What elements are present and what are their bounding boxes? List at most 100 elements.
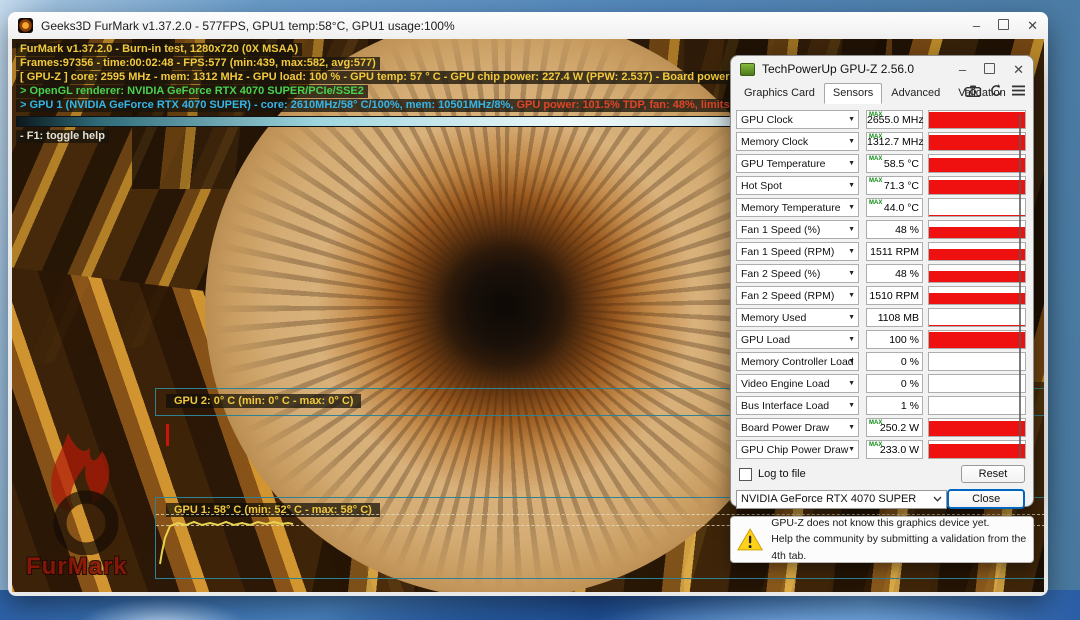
sensor-value[interactable]: 100 % — [866, 330, 923, 349]
minimize-icon[interactable]: – — [959, 63, 966, 76]
sensor-graph-bar[interactable] — [928, 220, 1026, 239]
furmark-titlebar[interactable]: Geeks3D FurMark v1.37.2.0 - 577FPS, GPU1… — [8, 12, 1048, 39]
reset-button[interactable]: Reset — [961, 465, 1025, 483]
gpu2-temp-label: GPU 2: 0° C (min: 0° C - max: 0° C) — [166, 394, 362, 408]
sensor-graph-bar[interactable] — [928, 110, 1026, 129]
sensor-graph-bar[interactable] — [928, 198, 1026, 217]
sensor-graph-bar[interactable] — [928, 242, 1026, 261]
sensor-graph-bar[interactable] — [928, 132, 1026, 151]
sensor-value[interactable]: 2655.0 MHz MAX — [866, 110, 924, 129]
max-badge: MAX — [869, 178, 883, 184]
sensor-value[interactable]: 1 % — [866, 396, 923, 415]
dropdown-arrow-icon: ▼ — [848, 226, 855, 233]
desktop: Geeks3D FurMark v1.37.2.0 - 577FPS, GPU1… — [0, 0, 1080, 620]
sensor-label-dropdown[interactable]: GPU Load ▼ — [736, 330, 859, 349]
sensor-graph-bar[interactable] — [928, 440, 1026, 459]
gpuz-validation-warning: GPU-Z does not know this graphics device… — [730, 516, 1034, 563]
dropdown-arrow-icon: ▼ — [848, 314, 855, 321]
sensor-label-dropdown[interactable]: Hot Spot ▼ — [736, 176, 859, 195]
menu-hamburger-icon[interactable] — [1012, 85, 1025, 96]
sensor-label-dropdown[interactable]: Fan 2 Speed (%) ▼ — [736, 264, 859, 283]
sensor-graph-bar[interactable] — [928, 418, 1026, 437]
max-badge: MAX — [869, 420, 883, 426]
sensor-graph-bar[interactable] — [928, 330, 1026, 349]
sensor-value[interactable]: 0 % — [866, 352, 923, 371]
sensor-label-dropdown[interactable]: Memory Used ▼ — [736, 308, 859, 327]
tab-sensors[interactable]: Sensors — [823, 83, 883, 104]
sensor-graph-bar[interactable] — [928, 396, 1026, 415]
max-badge: MAX — [869, 112, 883, 118]
hud-line-version: FurMark v1.37.2.0 - Burn-in test, 1280x7… — [16, 43, 303, 56]
warning-triangle-icon — [737, 528, 764, 551]
sensor-value[interactable]: 1510 RPM — [866, 286, 923, 305]
sensor-label-dropdown[interactable]: GPU Chip Power Draw ▼ — [736, 440, 859, 459]
sensor-value[interactable]: 1511 RPM — [866, 242, 923, 261]
sensor-value[interactable]: 48 % — [866, 264, 923, 283]
sensor-label-dropdown[interactable]: Memory Temperature ▼ — [736, 198, 859, 217]
sensor-label-dropdown[interactable]: GPU Temperature ▼ — [736, 154, 859, 173]
sensor-graph-bar[interactable] — [928, 154, 1026, 173]
sensor-value[interactable]: 250.2 W MAX — [866, 418, 923, 437]
close-icon[interactable]: ✕ — [1013, 63, 1024, 76]
sensor-value[interactable]: 48 % — [866, 220, 923, 239]
maximize-icon[interactable] — [998, 19, 1010, 32]
dropdown-arrow-icon: ▼ — [848, 402, 855, 409]
dropdown-arrow-icon: ▼ — [848, 270, 855, 277]
sensor-label-dropdown[interactable]: Fan 2 Speed (RPM) ▼ — [736, 286, 859, 305]
log-to-file-label: Log to file — [758, 468, 806, 480]
maximize-icon[interactable] — [984, 62, 996, 76]
sensor-label-dropdown[interactable]: Fan 1 Speed (RPM) ▼ — [736, 242, 859, 261]
sensor-graph-fill — [929, 134, 1025, 150]
dropdown-arrow-icon: ▼ — [848, 358, 855, 365]
minimize-icon[interactable]: – — [973, 19, 980, 32]
sensor-graph-bar[interactable] — [928, 352, 1026, 371]
furmark-app-icon — [18, 18, 33, 33]
sensor-label-dropdown[interactable]: Fan 1 Speed (%) ▼ — [736, 220, 859, 239]
sensor-label-dropdown[interactable]: Board Power Draw ▼ — [736, 418, 859, 437]
sensor-label-dropdown[interactable]: Memory Controller Load ▼ — [736, 352, 859, 371]
hud-line-renderer: > OpenGL renderer: NVIDIA GeForce RTX 40… — [16, 85, 368, 98]
max-badge: MAX — [869, 134, 883, 140]
dropdown-arrow-icon: ▼ — [848, 182, 855, 189]
sensor-value[interactable]: 1108 MB — [866, 308, 923, 327]
furmark-flame-logo — [51, 433, 119, 555]
sensor-graph-bar[interactable] — [928, 176, 1026, 195]
refresh-icon[interactable] — [990, 84, 1003, 97]
sensor-graph-bar[interactable] — [928, 374, 1026, 393]
sensor-label-dropdown[interactable]: Memory Clock ▼ — [736, 132, 859, 151]
close-icon[interactable]: ✕ — [1027, 19, 1038, 32]
sensor-value[interactable]: 58.5 °C MAX — [866, 154, 923, 173]
tab-graphics-card[interactable]: Graphics Card — [735, 83, 824, 104]
gpu1-temp-graph — [159, 520, 294, 565]
device-select[interactable]: NVIDIA GeForce RTX 4070 SUPER — [736, 489, 948, 509]
chevron-down-icon — [933, 496, 942, 502]
sensor-graph-fill — [929, 443, 1025, 458]
sensor-value[interactable]: 1312.7 MHz MAX — [866, 132, 924, 151]
tab-advanced[interactable]: Advanced — [882, 83, 949, 104]
sensor-graph-bar[interactable] — [928, 308, 1026, 327]
max-badge: MAX — [869, 442, 883, 448]
gpuz-titlebar[interactable]: TechPowerUp GPU-Z 2.56.0 – ✕ — [731, 56, 1033, 82]
sensor-label-dropdown[interactable]: Bus Interface Load ▼ — [736, 396, 859, 415]
sensor-label-dropdown[interactable]: GPU Clock ▼ — [736, 110, 859, 129]
hud-help-hint: - F1: toggle help — [16, 130, 109, 143]
dropdown-arrow-icon: ▼ — [848, 380, 855, 387]
sensor-value[interactable]: 0 % — [866, 374, 923, 393]
screenshot-camera-icon[interactable] — [965, 85, 981, 97]
sensor-value[interactable]: 71.3 °C MAX — [866, 176, 923, 195]
sensor-value[interactable]: 233.0 W MAX — [866, 440, 923, 459]
dropdown-arrow-icon: ▼ — [848, 138, 855, 145]
sensor-list: GPU Clock ▼ 2655.0 MHz MAX Memory Clock ▼ 1312… — [731, 104, 1033, 459]
dropdown-arrow-icon: ▼ — [848, 248, 855, 255]
sensor-graph-bar[interactable] — [928, 286, 1026, 305]
sensor-label-dropdown[interactable]: Video Engine Load ▼ — [736, 374, 859, 393]
sensor-row: Memory Used ▼ 1108 MB — [736, 308, 1028, 327]
sensor-graph-bar[interactable] — [928, 264, 1026, 283]
log-to-file-checkbox[interactable] — [739, 467, 752, 481]
sensor-row: Hot Spot ▼ 71.3 °C MAX — [736, 176, 1028, 195]
close-button[interactable]: Close — [947, 489, 1025, 509]
sensors-scrollbar[interactable] — [1019, 114, 1021, 458]
max-badge: MAX — [869, 200, 883, 206]
sensor-value[interactable]: 44.0 °C MAX — [866, 198, 923, 217]
sensor-row: Fan 1 Speed (%) ▼ 48 % — [736, 220, 1028, 239]
